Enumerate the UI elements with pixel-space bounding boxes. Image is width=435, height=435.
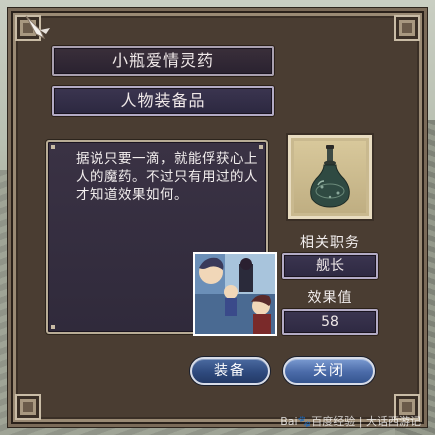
role-value: 舰长 bbox=[316, 258, 344, 274]
item-category: 人物装备品 bbox=[120, 91, 206, 110]
portrait-illustration bbox=[195, 254, 275, 334]
role-label: 相关职务 bbox=[300, 235, 360, 251]
item-description: 据说只要一滴，就能俘获心上人的魔药。不过只有用过的人才知道效果如何。 bbox=[76, 151, 258, 203]
watermark: Bai🐾百度经验 | 大话西游记 bbox=[280, 415, 421, 428]
desc-corner-dot bbox=[51, 145, 55, 149]
item-image-box bbox=[288, 135, 372, 219]
equip-button-label: 装备 bbox=[214, 363, 246, 379]
item-name: 小瓶爱情灵药 bbox=[111, 51, 214, 70]
role-value-box: 舰长 bbox=[282, 253, 378, 279]
desc-corner-dot bbox=[51, 325, 55, 329]
desc-corner-dot bbox=[259, 145, 263, 149]
effect-value-box: 58 bbox=[282, 309, 378, 335]
character-portrait bbox=[193, 252, 277, 336]
frame-corner-bottom-left bbox=[15, 394, 41, 420]
effect-label: 效果值 bbox=[307, 290, 353, 306]
item-name-bar: 小瓶爱情灵药 bbox=[52, 46, 274, 76]
item-image-background bbox=[294, 141, 366, 213]
effect-value: 58 bbox=[321, 314, 339, 330]
item-category-bar: 人物装备品 bbox=[52, 86, 274, 116]
equip-button[interactable]: 装备 bbox=[190, 357, 270, 385]
close-button[interactable]: 关闭 bbox=[283, 357, 375, 385]
potion-bottle-icon bbox=[310, 145, 350, 208]
close-button-label: 关闭 bbox=[313, 363, 345, 379]
ribbon-icon bbox=[25, 15, 50, 40]
frame-corner-top-right bbox=[394, 15, 420, 41]
